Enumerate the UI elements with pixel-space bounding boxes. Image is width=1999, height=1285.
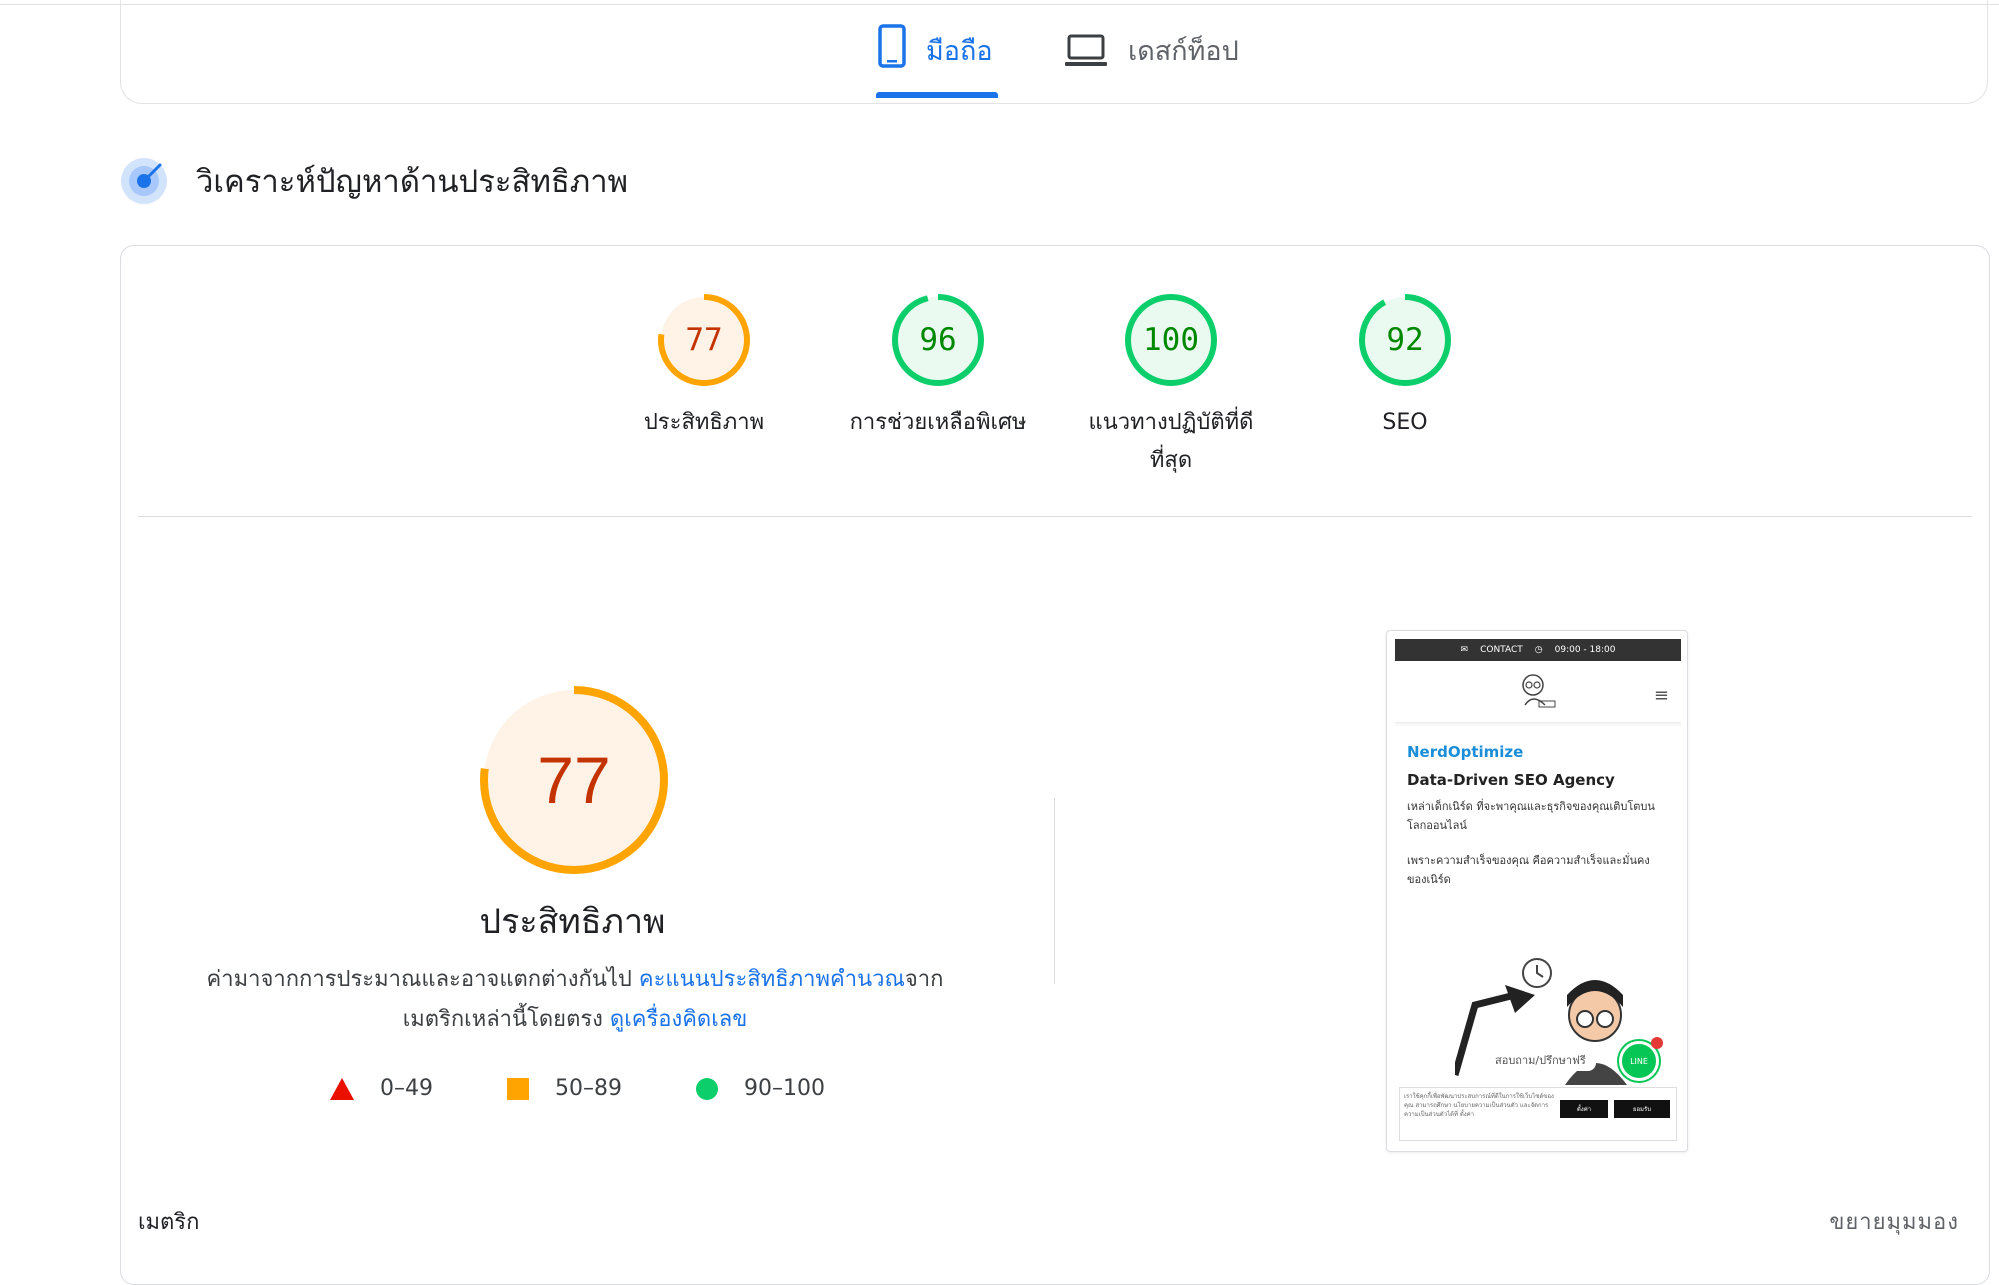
legend-average: 50–89: [507, 1076, 622, 1101]
gauge-ring: 77: [658, 294, 750, 386]
gauge-label-line2: ที่สุด: [1149, 448, 1193, 473]
metrics-heading: เมตริก: [138, 1210, 200, 1235]
tab-desktop[interactable]: เดสก์ท็อป: [1064, 24, 1239, 100]
tab-mobile-label: มือถือ: [926, 36, 993, 67]
expand-view-toggle[interactable]: ขยายมุมมอง: [1829, 1204, 1959, 1239]
performance-gauge-large: 77: [474, 680, 674, 880]
cookie-text: เราใช้คุกกี้เพื่อพัฒนาประสบการณ์ที่ดีในก…: [1404, 1093, 1554, 1118]
desc-text-3: เมตริกเหล่านี้โดยตรง: [402, 1007, 610, 1032]
mail-icon: ✉: [1460, 645, 1469, 655]
section-title: วิเคราะห์ปัญหาด้านประสิทธิภาพ: [196, 164, 629, 200]
gauge-ring: 96: [892, 294, 984, 386]
clock-icon: ◷: [1534, 645, 1543, 655]
gauge-score: 96: [919, 322, 956, 358]
gauge-score: 92: [1386, 322, 1423, 358]
square-icon: [507, 1077, 529, 1100]
screenshot-consult-button: สอบถาม/ปรึกษาฟรี: [1485, 1049, 1596, 1071]
performance-gauge-ring: 77: [480, 686, 668, 874]
screenshot-headline: Data-Driven SEO Agency: [1407, 771, 1615, 789]
gauge-label: การช่วยเหลือพิเศษ: [849, 410, 1027, 435]
score-legend: 0–49 50–89 90–100: [330, 1076, 899, 1101]
nerd-logo-icon: [1522, 674, 1556, 708]
circle-icon: [696, 1077, 718, 1100]
score-calc-link[interactable]: คะแนนประสิทธิภาพคำนวณ: [639, 967, 905, 992]
triangle-icon: [330, 1077, 354, 1100]
gauge-ring: 92: [1359, 294, 1451, 386]
hamburger-menu-icon: ≡: [1653, 685, 1669, 706]
tab-desktop-label: เดสก์ท็อป: [1128, 36, 1239, 67]
screenshot-para2: เพราะความสำเร็จของคุณ คือความสำเร็จและมั…: [1407, 854, 1650, 886]
gauge-performance[interactable]: 77 ประสิทธิภาพ: [604, 292, 804, 442]
legend-fail: 0–49: [330, 1076, 433, 1101]
gauge-seo[interactable]: 92 SEO: [1305, 292, 1505, 442]
screenshot-hours: 09:00 - 18:00: [1554, 645, 1616, 655]
gauge-label: ประสิทธิภาพ: [643, 410, 765, 435]
cookie-accept-button: ยอมรับ: [1614, 1100, 1670, 1118]
performance-title: ประสิทธิภาพ: [479, 902, 666, 942]
gauge-score: 77: [685, 322, 722, 358]
legend-range: 0–49: [380, 1076, 433, 1101]
gauge-best-practices[interactable]: 100 แนวทางปฏิบัติที่ดี ที่สุด: [1071, 292, 1271, 480]
performance-score: 77: [537, 743, 610, 817]
screenshot-brand: NerdOptimize: [1407, 743, 1524, 761]
lighthouse-diagnose-icon: [120, 157, 168, 205]
gauge-label: แนวทางปฏิบัติที่ดี ที่สุด: [1071, 404, 1271, 480]
legend-range: 50–89: [555, 1076, 622, 1101]
section-heading: วิเคราะห์ปัญหาด้านประสิทธิภาพ: [120, 156, 628, 206]
legend-pass: 90–100: [696, 1076, 825, 1101]
screenshot-cookie-banner: เราใช้คุกกี้เพื่อพัฒนาประสบการณ์ที่ดีในก…: [1399, 1087, 1677, 1141]
cookie-settings-button: ตั้งค่า: [1560, 1100, 1608, 1118]
laptop-icon: [1064, 34, 1108, 75]
desc-text-2: จาก: [904, 967, 944, 992]
screenshot-content: ✉ CONTACT ◷ 09:00 - 18:00 ≡ NerdOptimize…: [1395, 639, 1681, 1145]
gauge-ring: 100: [1125, 294, 1217, 386]
desc-text-1: ค่ามาจากการประมาณและอาจแตกต่างกันไป: [206, 967, 639, 992]
screenshot-para1: เหล่าเด็กเนิร์ด ที่จะพาคุณและธุรกิจของคุ…: [1407, 800, 1655, 832]
gauges-divider: [138, 516, 1972, 517]
screenshot-header: ≡: [1395, 661, 1681, 723]
tab-mobile[interactable]: มือถือ: [878, 24, 993, 100]
performance-description: ค่ามาจากการประมาณและอาจแตกต่างกันไป คะแน…: [180, 960, 970, 1040]
notification-dot: [1651, 1037, 1663, 1049]
screenshot-topbar: ✉ CONTACT ◷ 09:00 - 18:00: [1395, 639, 1681, 661]
gauge-label-line1: แนวทางปฏิบัติที่ดี: [1088, 410, 1254, 435]
active-tab-indicator: [876, 92, 998, 98]
screenshot-contact: CONTACT: [1480, 645, 1523, 655]
device-tabs-card: [120, 0, 1988, 104]
final-screenshot-thumbnail[interactable]: ✉ CONTACT ◷ 09:00 - 18:00 ≡ NerdOptimize…: [1386, 630, 1688, 1152]
gauge-label: SEO: [1382, 410, 1428, 435]
category-gauges: 77 ประสิทธิภาพ 96 การช่วยเหลือพิเศษ 100 …: [0, 292, 1999, 492]
mobile-phone-icon: [878, 24, 906, 75]
legend-range: 90–100: [744, 1076, 825, 1101]
gauge-accessibility[interactable]: 96 การช่วยเหลือพิเศษ: [838, 292, 1038, 442]
calculator-link[interactable]: ดูเครื่องคิดเลข: [610, 1007, 747, 1032]
vertical-divider: [1054, 798, 1055, 984]
gauge-score: 100: [1143, 322, 1199, 358]
